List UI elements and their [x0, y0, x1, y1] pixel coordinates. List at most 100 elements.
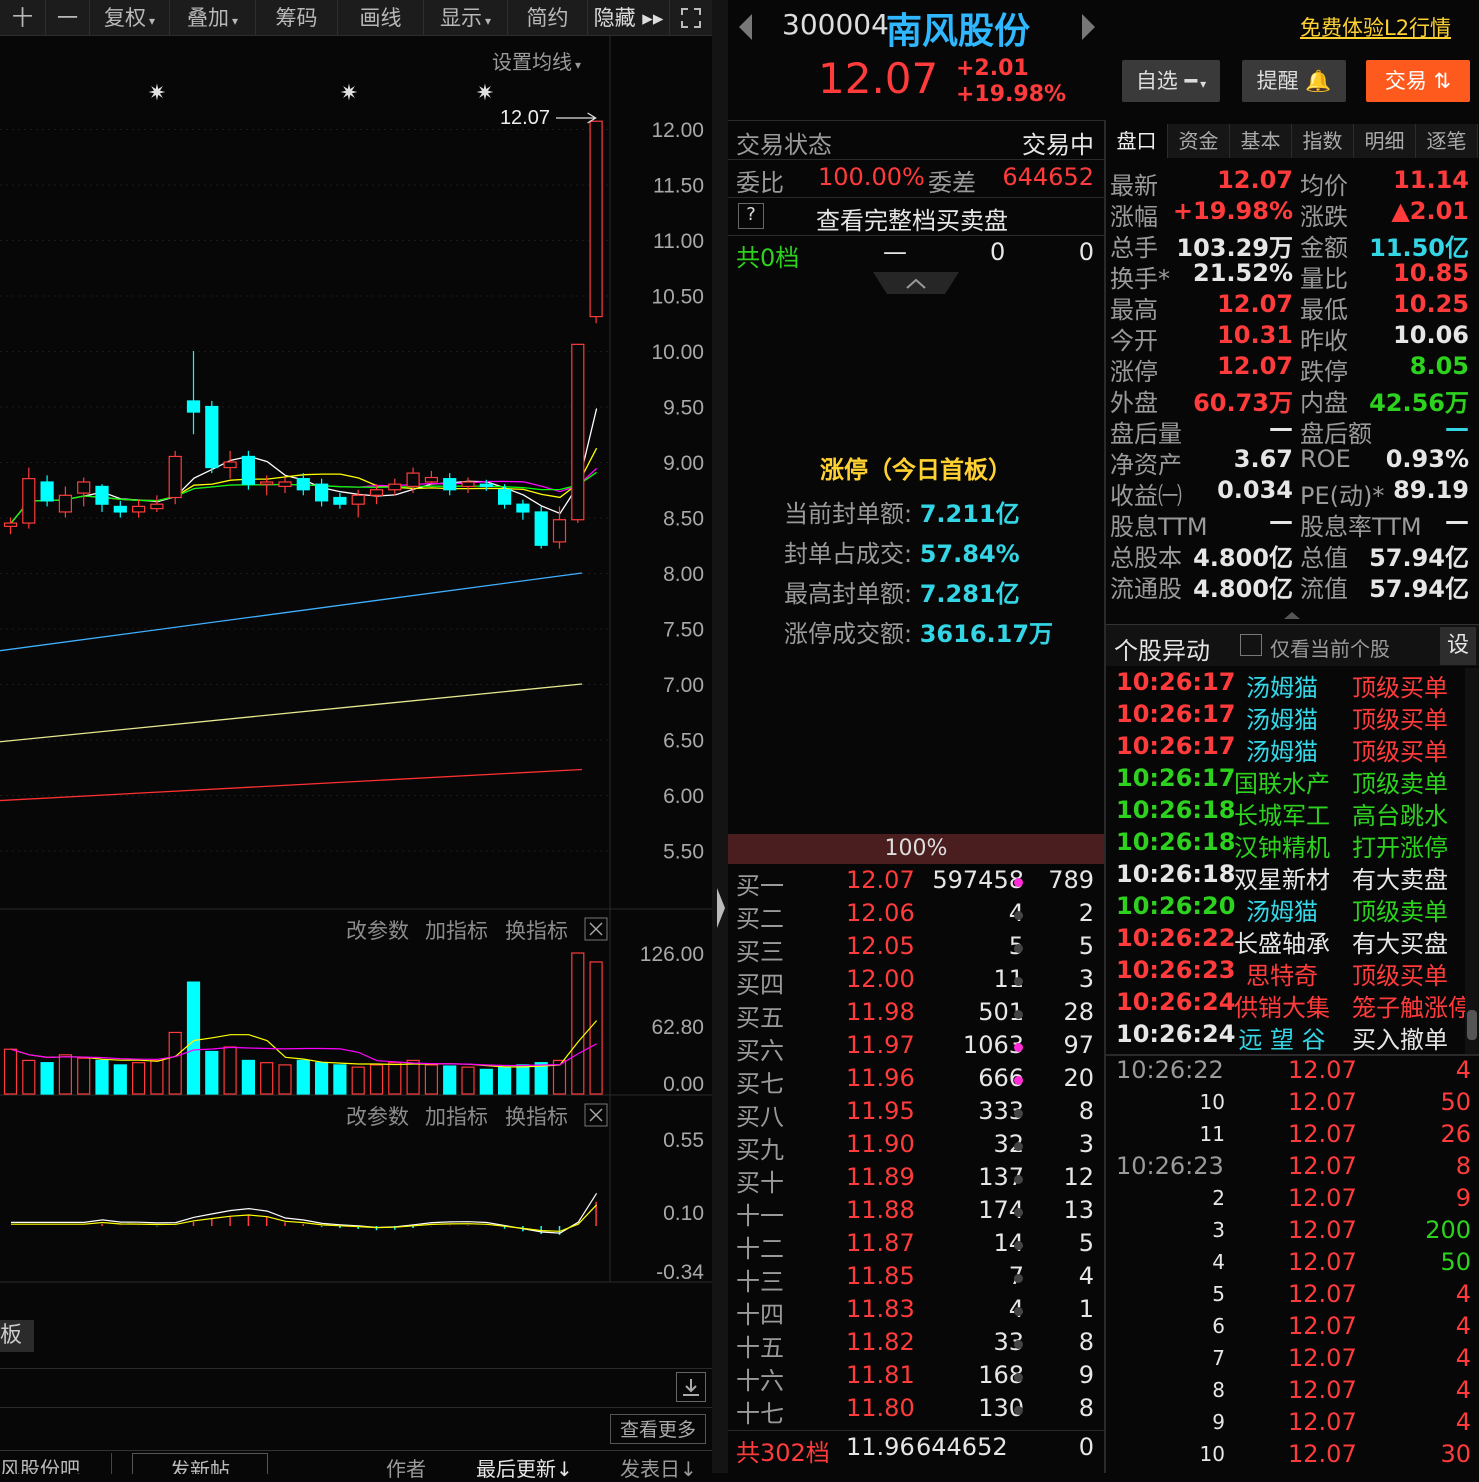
alert-stock[interactable]: 汤姆猫	[1230, 700, 1334, 735]
panel-tool-button[interactable]: 改参数	[346, 919, 409, 943]
candle[interactable]	[58, 494, 73, 513]
next-stock-icon[interactable]	[1080, 12, 1098, 46]
tab-2[interactable]: 基本	[1230, 124, 1292, 158]
candle[interactable]	[22, 478, 36, 524]
ma-setting-dropdown[interactable]: 设置均线 ▾	[492, 46, 581, 75]
bid-level-row[interactable]: 买八 11.95 333 8	[728, 1097, 1104, 1131]
candle[interactable]	[205, 405, 219, 469]
candle[interactable]	[296, 478, 310, 491]
candle[interactable]	[461, 481, 475, 488]
fuquan-dropdown[interactable]: 复权 ▾	[90, 0, 170, 36]
zoom-out-button[interactable]: 一	[46, 0, 90, 36]
posted-column[interactable]: 发表日↓	[620, 1453, 697, 1482]
candle[interactable]	[223, 461, 237, 469]
candle[interactable]	[113, 505, 127, 513]
alert-item[interactable]: 10:26:22 长盛轴承 有大买盘	[1106, 924, 1464, 959]
candle[interactable]	[40, 481, 54, 502]
bid-level-row[interactable]: 买六 11.97 1063 97	[728, 1031, 1104, 1065]
full-book-row[interactable]: ? 查看完整档买卖盘	[728, 198, 1104, 236]
alert-stock[interactable]: 思特奇	[1230, 956, 1334, 991]
display-dropdown[interactable]: 显示 ▾	[424, 0, 508, 36]
alert-item[interactable]: 10:26:24 供销大集 笼子触涨停	[1106, 988, 1472, 1023]
alert-item[interactable]: 10:26:17 汤姆猫 顶级买单	[1106, 700, 1464, 735]
download-icon[interactable]	[676, 1372, 706, 1402]
bid-level-row[interactable]: 买九 11.90 32 3	[728, 1130, 1104, 1164]
only-current-checkbox[interactable]	[1240, 634, 1262, 656]
scroll-thumb[interactable]	[1467, 1010, 1477, 1040]
panel-tool-button[interactable]: 加指标	[425, 919, 488, 943]
help-icon[interactable]: ?	[738, 203, 764, 229]
author-column[interactable]: 作者	[386, 1453, 426, 1482]
candle[interactable]	[534, 511, 548, 546]
candle[interactable]	[186, 400, 201, 413]
candle[interactable]	[351, 494, 365, 505]
new-post-button[interactable]: 发新帖	[132, 1453, 268, 1474]
star-icon[interactable]: ✷	[476, 81, 494, 106]
panel-tool-button[interactable]: 加指标	[425, 1105, 488, 1129]
candle[interactable]	[516, 503, 530, 513]
alert-stock[interactable]: 汤姆猫	[1230, 892, 1334, 927]
bid-level-row[interactable]: 买三12.0555	[728, 932, 1104, 966]
bid-level-row[interactable]: 十二 11.87 14 5	[728, 1229, 1104, 1263]
alert-stock[interactable]: 长城军工	[1230, 796, 1334, 831]
expand-up-icon[interactable]	[873, 272, 959, 294]
candle[interactable]	[95, 485, 109, 505]
bid-level-row[interactable]: 买十 11.89 137 12	[728, 1163, 1104, 1197]
collapse-up-icon[interactable]	[1280, 606, 1304, 625]
candle[interactable]	[241, 455, 255, 485]
bid-level-row[interactable]: 十三11.8574	[728, 1262, 1104, 1296]
alert-settings-button[interactable]: 设	[1440, 627, 1476, 665]
fullscreen-icon[interactable]	[670, 0, 712, 36]
alert-stock[interactable]: 供销大集	[1230, 988, 1334, 1023]
splitter[interactable]	[712, 0, 728, 1473]
alert-stock[interactable]: 汤姆猫	[1230, 732, 1334, 767]
candle[interactable]	[77, 481, 91, 494]
bid-level-row[interactable]: 十一 11.88 174 13	[728, 1196, 1104, 1230]
candle[interactable]	[132, 505, 146, 513]
bid-level-row[interactable]: 买七 11.96 666 20	[728, 1064, 1104, 1098]
candle[interactable]	[333, 496, 347, 505]
last-updated-column[interactable]: 最后更新↓	[476, 1453, 573, 1482]
draw-line-button[interactable]: 画线	[338, 0, 424, 36]
candle[interactable]	[168, 455, 182, 499]
candle[interactable]	[150, 503, 164, 510]
bid-level-row[interactable]: 十四11.8341	[728, 1295, 1104, 1329]
alert-item[interactable]: 10:26:17 汤姆猫 顶级买单	[1106, 732, 1464, 767]
candle[interactable]	[552, 519, 567, 543]
candle[interactable]	[406, 472, 420, 488]
alert-item[interactable]: 10:26:18 汉钟精机 打开涨停	[1106, 828, 1464, 863]
alert-item[interactable]: 10:26:23 思特奇 顶级买单	[1106, 956, 1464, 991]
star-icon[interactable]: ✷	[340, 81, 358, 106]
alert-button[interactable]: 提醒 🔔	[1242, 60, 1346, 102]
panel-tool-button[interactable]: 改参数	[346, 1105, 409, 1129]
alert-stock[interactable]: 远 望 谷	[1230, 1020, 1334, 1055]
alert-stock[interactable]: 汉钟精机	[1230, 828, 1334, 863]
alert-item[interactable]: 10:26:18 长城军工 高台跳水	[1106, 796, 1464, 831]
zoom-in-button[interactable]: 十	[0, 0, 46, 36]
kline-svg[interactable]: 12.00 11.50 11.00 10.50 10.00 9.50 9.00 8.50 8.0…	[0, 36, 712, 1286]
candle[interactable]	[498, 489, 512, 505]
bid-level-row[interactable]: 十六 11.81 168 9	[728, 1361, 1104, 1395]
bid-level-row[interactable]: 买五 11.98 501 28	[728, 998, 1104, 1032]
collapse-arrow-icon[interactable]	[716, 868, 726, 948]
kline-chart[interactable]: 12.00 11.50 11.00 10.50 10.00 9.50 9.00 8.50 8.0…	[0, 36, 712, 1286]
alert-stock[interactable]: 长盛轴承	[1230, 924, 1334, 959]
overlay-dropdown[interactable]: 叠加 ▾	[170, 0, 256, 36]
candle[interactable]	[260, 481, 274, 485]
tab-1[interactable]: 资金	[1168, 124, 1230, 158]
alert-scrollbar[interactable]	[1465, 668, 1479, 1054]
candle[interactable]	[571, 343, 585, 521]
candle[interactable]	[388, 483, 402, 491]
candle[interactable]	[479, 483, 493, 488]
full-book-link[interactable]: 查看完整档买卖盘	[816, 201, 1008, 236]
tab-5[interactable]: 逐笔	[1416, 124, 1478, 158]
alert-stock[interactable]: 国联水产	[1230, 764, 1334, 799]
board-tab[interactable]: 板	[0, 1320, 34, 1352]
alert-stock[interactable]: 双星新材	[1230, 860, 1334, 895]
candle[interactable]	[589, 120, 603, 318]
candle[interactable]	[278, 481, 292, 488]
alert-item[interactable]: 10:26:17 汤姆猫 顶级买单	[1106, 668, 1464, 702]
panel-tool-button[interactable]: 换指标	[505, 919, 568, 943]
panel-tool-button[interactable]: 换指标	[505, 1105, 568, 1129]
simple-mode-button[interactable]: 简约	[508, 0, 588, 36]
